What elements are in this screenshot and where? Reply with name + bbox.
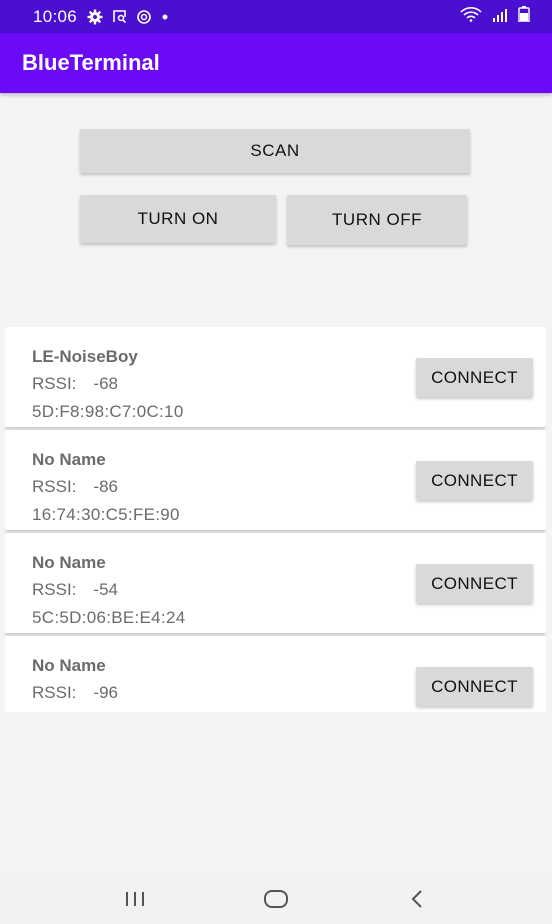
gear-icon — [87, 9, 103, 25]
device-name: LE-NoiseBoy — [32, 347, 138, 366]
status-time: 10:06 — [33, 6, 78, 26]
wifi-icon — [460, 6, 482, 27]
rssi-value: -86 — [93, 477, 118, 496]
dot-icon — [161, 13, 169, 21]
connect-button[interactable]: CONNECT — [416, 564, 533, 603]
device-address: 5D:F8:98:C7:0C:10 — [32, 402, 184, 421]
device-rssi: RSSI: -68 — [32, 374, 118, 394]
device-name: No Name — [32, 656, 106, 675]
device-rssi: RSSI: -86 — [32, 477, 118, 497]
connect-button[interactable]: CONNECT — [416, 667, 533, 706]
screenshot-icon — [112, 9, 127, 24]
device-card: LE-NoiseBoy RSSI: -68 5D:F8:98:C7:0C:10 C… — [5, 327, 546, 427]
device-card: No Name RSSI: -54 5C:5D:06:BE:E4:24 CONNE… — [5, 533, 546, 633]
turn-on-button[interactable]: TURN ON — [80, 195, 276, 243]
turn-off-button[interactable]: TURN OFF — [287, 195, 467, 245]
battery-icon — [518, 6, 530, 27]
navigation-bar — [0, 873, 552, 924]
back-icon[interactable] — [387, 879, 447, 919]
rssi-label: RSSI: — [32, 477, 77, 496]
status-bar: 10:06 — [0, 0, 552, 33]
device-address: 5C:5D:06:BE:E4:24 — [32, 608, 186, 627]
device-card: No Name RSSI: -96 CONNECT — [5, 636, 546, 712]
rssi-value: -96 — [93, 683, 118, 702]
home-icon[interactable] — [246, 879, 306, 919]
device-name: No Name — [32, 450, 106, 469]
connect-button[interactable]: CONNECT — [416, 358, 533, 397]
device-address: 16:74:30:C5:FE:90 — [32, 505, 180, 524]
app-title: BlueTerminal — [22, 50, 160, 75]
recent-apps-icon[interactable] — [105, 879, 165, 919]
rssi-label: RSSI: — [32, 580, 77, 599]
sync-icon — [136, 9, 152, 25]
scan-button[interactable]: SCAN — [80, 129, 470, 173]
rssi-label: RSSI: — [32, 374, 77, 393]
device-list[interactable]: LE-NoiseBoy RSSI: -68 5D:F8:98:C7:0C:10 C… — [5, 327, 546, 712]
device-rssi: RSSI: -96 — [32, 683, 118, 703]
device-name: No Name — [32, 553, 106, 572]
app-bar: BlueTerminal — [0, 33, 552, 93]
rssi-value: -54 — [93, 580, 118, 599]
signal-icon — [492, 7, 508, 27]
rssi-label: RSSI: — [32, 683, 77, 702]
device-card: No Name RSSI: -86 16:74:30:C5:FE:90 CONNE… — [5, 430, 546, 530]
connect-button[interactable]: CONNECT — [416, 461, 533, 500]
device-rssi: RSSI: -54 — [32, 580, 118, 600]
rssi-value: -68 — [93, 374, 118, 393]
